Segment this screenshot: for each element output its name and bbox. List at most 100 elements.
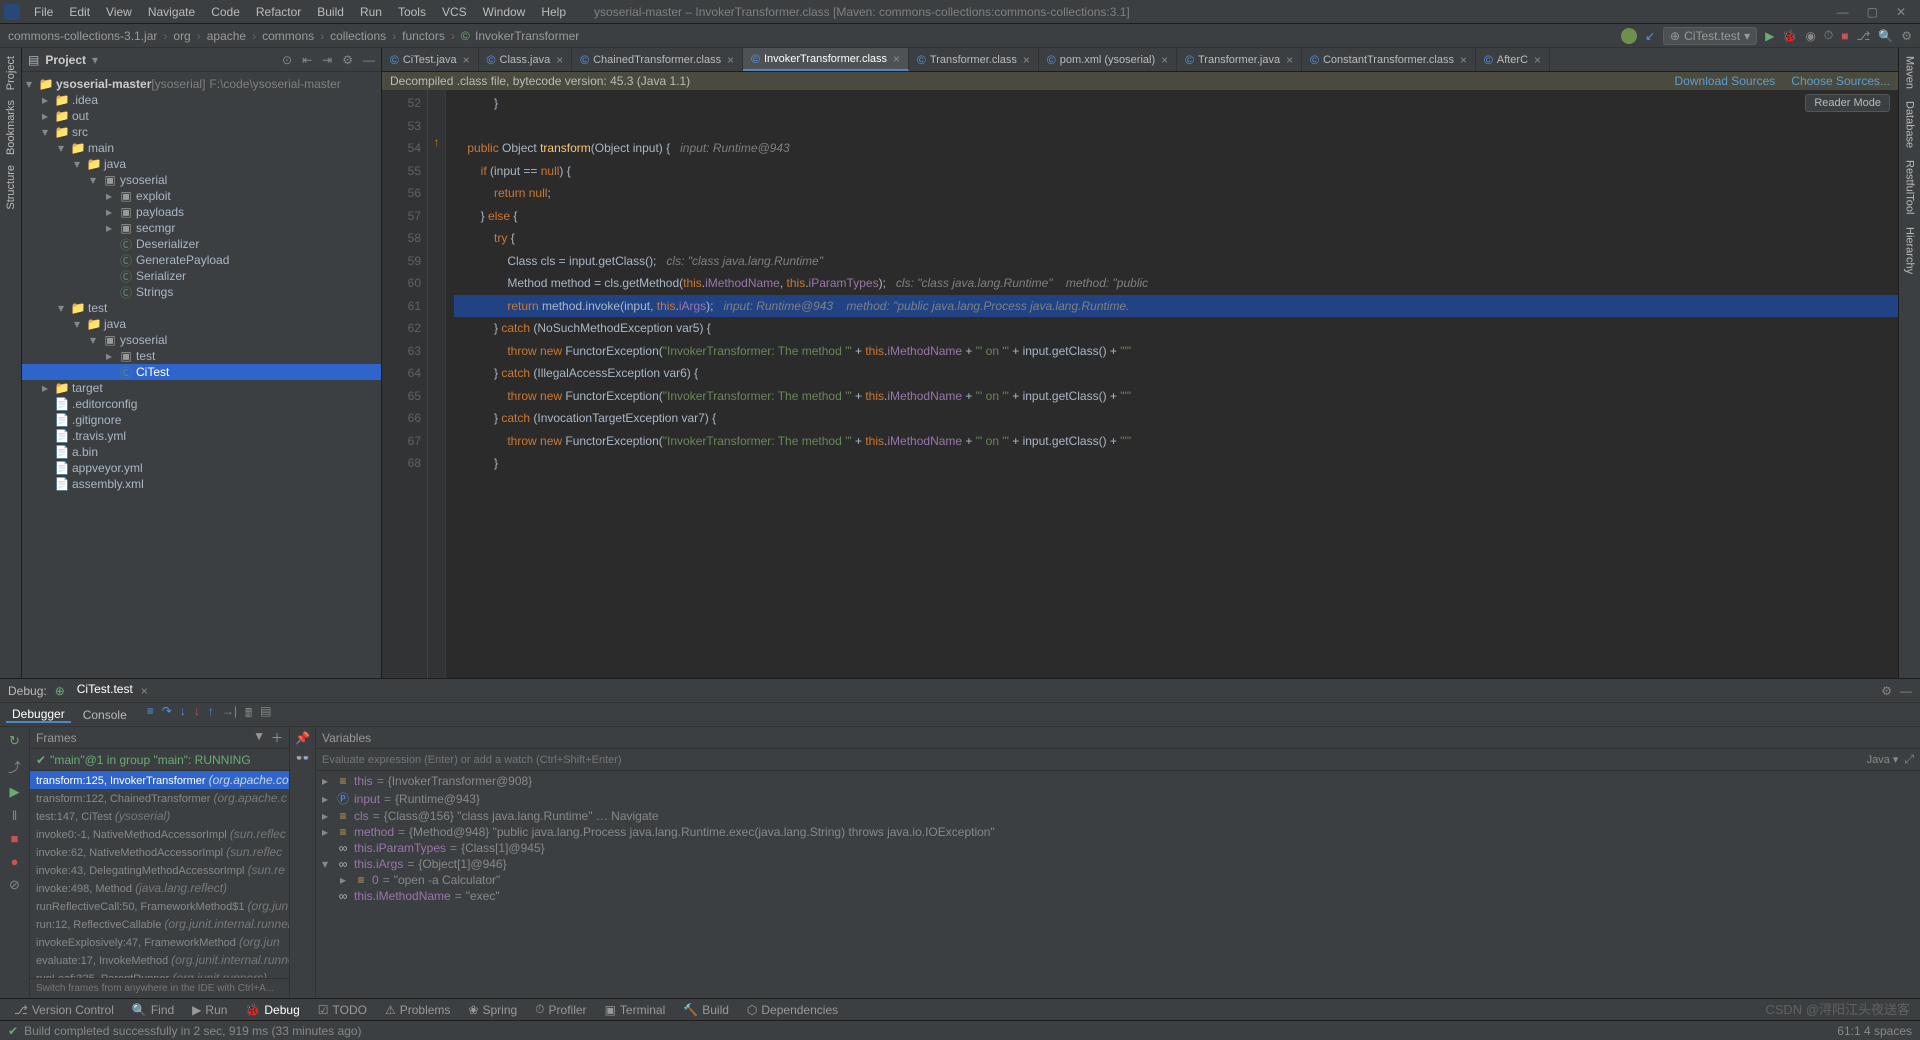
run-config-dropdown[interactable]: ⊕ CiTest.test ▾ [1663, 27, 1757, 45]
menu-code[interactable]: Code [203, 5, 248, 19]
frames-list[interactable]: transform:125, InvokerTransformer (org.a… [30, 771, 289, 978]
close-tab-icon[interactable]: × [141, 684, 148, 698]
tree-item[interactable]: ▸📁out [22, 108, 381, 124]
expand-icon[interactable]: ⇥ [322, 53, 332, 67]
project-tool-button[interactable]: Project [5, 56, 17, 90]
step-over-icon[interactable]: ↷ [162, 704, 172, 725]
locate-icon[interactable]: ⊙ [282, 53, 292, 67]
frame-row[interactable]: test:147, CiTest (ysoserial) [30, 807, 289, 825]
editor-tab[interactable]: ©ConstantTransformer.class× [1302, 48, 1476, 71]
right-tool-restfultool[interactable]: RestfulTool [1904, 160, 1916, 214]
maximize-icon[interactable]: ▢ [1867, 5, 1878, 19]
frame-row[interactable]: invoke:43, DelegatingMethodAccessorImpl … [30, 861, 289, 879]
menu-window[interactable]: Window [475, 5, 534, 19]
eval-lang-dropdown[interactable]: Java ▾ [1867, 753, 1899, 766]
close-tab-icon[interactable]: × [463, 53, 470, 67]
editor-tab[interactable]: ©ChainedTransformer.class× [572, 48, 743, 71]
tree-item[interactable]: ⒸStrings [22, 284, 381, 300]
evaluate-icon[interactable]: 🖩 [245, 704, 252, 725]
menu-build[interactable]: Build [309, 5, 352, 19]
project-tree[interactable]: ▾📁ysoserial-master [ysoserial] F:\code\y… [22, 72, 381, 678]
force-step-icon[interactable]: ↓ [194, 704, 200, 725]
pin-icon[interactable]: 📌 [295, 731, 310, 745]
thread-selector[interactable]: "main"@1 in group "main": RUNNING [50, 753, 251, 767]
editor-tab[interactable]: ©Class.java× [479, 48, 573, 71]
bookmarks-tool-button[interactable]: Bookmarks [5, 100, 17, 155]
menu-edit[interactable]: Edit [61, 5, 98, 19]
tree-item[interactable]: ⒸSerializer [22, 268, 381, 284]
tree-item[interactable]: 📄.gitignore [22, 412, 381, 428]
close-tab-icon[interactable]: × [893, 52, 900, 66]
stop-icon[interactable]: ■ [1841, 29, 1848, 43]
tree-item[interactable]: 📄.editorconfig [22, 396, 381, 412]
step-into-icon[interactable]: ↓ [180, 704, 186, 725]
bottom-tab-version-control[interactable]: ⎇Version Control [6, 1003, 122, 1017]
variables-tree[interactable]: ▸≡this = {InvokerTransformer@908}▸Ⓟinput… [316, 771, 1920, 998]
tree-item[interactable]: ▾📁src [22, 124, 381, 140]
settings-icon[interactable]: ⚙ [1881, 684, 1892, 698]
search-icon[interactable]: 🔍 [1878, 29, 1893, 43]
close-tab-icon[interactable]: × [1023, 53, 1030, 67]
mute-breakpoints-icon[interactable]: ⊘ [9, 877, 20, 893]
run-to-cursor-icon[interactable]: →| [222, 704, 237, 725]
variable-row[interactable]: ▸≡0 = "open -a Calculator" [316, 872, 1920, 888]
tree-item[interactable]: ▸▣payloads [22, 204, 381, 220]
trace-icon[interactable]: ▤ [260, 704, 271, 725]
editor-tab[interactable]: ©AfterC× [1476, 48, 1550, 71]
editor-tab[interactable]: ©Transformer.class× [909, 48, 1039, 71]
variable-row[interactable]: ▾∞this.iArgs = {Object[1]@946} [316, 856, 1920, 872]
variable-row[interactable]: ∞this.iParamTypes = {Class[1]@945} [316, 840, 1920, 856]
minimize-icon[interactable]: — [1837, 5, 1849, 19]
editor-tab[interactable]: ©Transformer.java× [1177, 48, 1302, 71]
frame-row[interactable]: invoke:62, NativeMethodAccessorImpl (sun… [30, 843, 289, 861]
breadcrumb-item[interactable]: org [173, 29, 190, 43]
user-avatar-icon[interactable] [1621, 28, 1637, 44]
bottom-tab-terminal[interactable]: ▣Terminal [597, 1003, 674, 1017]
right-tool-hierarchy[interactable]: Hierarchy [1904, 227, 1916, 274]
tree-item[interactable]: ⒸCiTest [22, 364, 381, 380]
coverage-icon[interactable]: ◉ [1805, 29, 1815, 43]
choose-sources-link[interactable]: Choose Sources... [1791, 74, 1890, 88]
cursor-position[interactable]: 61:1 4 spaces [1837, 1024, 1912, 1038]
settings-icon[interactable]: ⚙ [342, 53, 353, 67]
close-tab-icon[interactable]: × [1534, 53, 1541, 67]
tree-item[interactable]: ▸📁target [22, 380, 381, 396]
bottom-tab-find[interactable]: 🔍Find [124, 1003, 182, 1017]
collapse-icon[interactable]: ⇤ [302, 53, 312, 67]
console-tab[interactable]: Console [77, 708, 133, 722]
variable-row[interactable]: ▸≡this = {InvokerTransformer@908} [316, 773, 1920, 789]
add-icon[interactable]: ＋ [271, 729, 283, 746]
variable-row[interactable]: ▸Ⓟinput = {Runtime@943} [316, 789, 1920, 808]
hide-icon[interactable]: — [1900, 684, 1912, 698]
close-icon[interactable]: ✕ [1896, 5, 1906, 19]
run-icon[interactable]: ▶ [1765, 29, 1774, 43]
tree-item[interactable]: ▾📁main [22, 140, 381, 156]
modify-run-icon[interactable]: ⤴ [8, 757, 21, 776]
menu-navigate[interactable]: Navigate [140, 5, 203, 19]
tree-item[interactable]: ▾▣ysoserial [22, 332, 381, 348]
menu-vcs[interactable]: VCS [434, 5, 475, 19]
filter-icon[interactable]: ▼ [253, 729, 265, 746]
frame-row[interactable]: invokeExplosively:47, FrameworkMethod (o… [30, 933, 289, 951]
bottom-tab-run[interactable]: ▶Run [184, 1003, 235, 1017]
frame-row[interactable]: evaluate:17, InvokeMethod (org.junit.int… [30, 951, 289, 969]
gutter-marks[interactable]: ↑ [428, 90, 446, 678]
bottom-tab-profiler[interactable]: ⏱Profiler [527, 1002, 594, 1017]
variable-row[interactable]: ∞this.iMethodName = "exec" [316, 888, 1920, 904]
evaluate-input[interactable] [322, 754, 1861, 766]
bottom-tab-problems[interactable]: ⚠Problems [377, 1003, 458, 1017]
tree-item[interactable]: ▸📁.idea [22, 92, 381, 108]
variable-row[interactable]: ▸≡method = {Method@948} "public java.lan… [316, 824, 1920, 840]
frame-row[interactable]: transform:122, ChainedTransformer (org.a… [30, 789, 289, 807]
tree-item[interactable]: ▾▣ysoserial [22, 172, 381, 188]
resume-icon[interactable]: ▶ [10, 784, 20, 800]
editor-tab[interactable]: ©InvokerTransformer.class× [743, 48, 909, 71]
close-tab-icon[interactable]: × [1286, 53, 1293, 67]
step-out-icon[interactable]: ↑ [208, 704, 214, 725]
profile-icon[interactable]: ⏱ [1824, 28, 1833, 43]
menu-help[interactable]: Help [533, 5, 574, 19]
menu-refactor[interactable]: Refactor [248, 5, 309, 19]
hide-icon[interactable]: — [363, 53, 375, 67]
debugger-tab[interactable]: Debugger [6, 707, 71, 723]
debug-icon[interactable]: 🐞 [1782, 29, 1797, 43]
